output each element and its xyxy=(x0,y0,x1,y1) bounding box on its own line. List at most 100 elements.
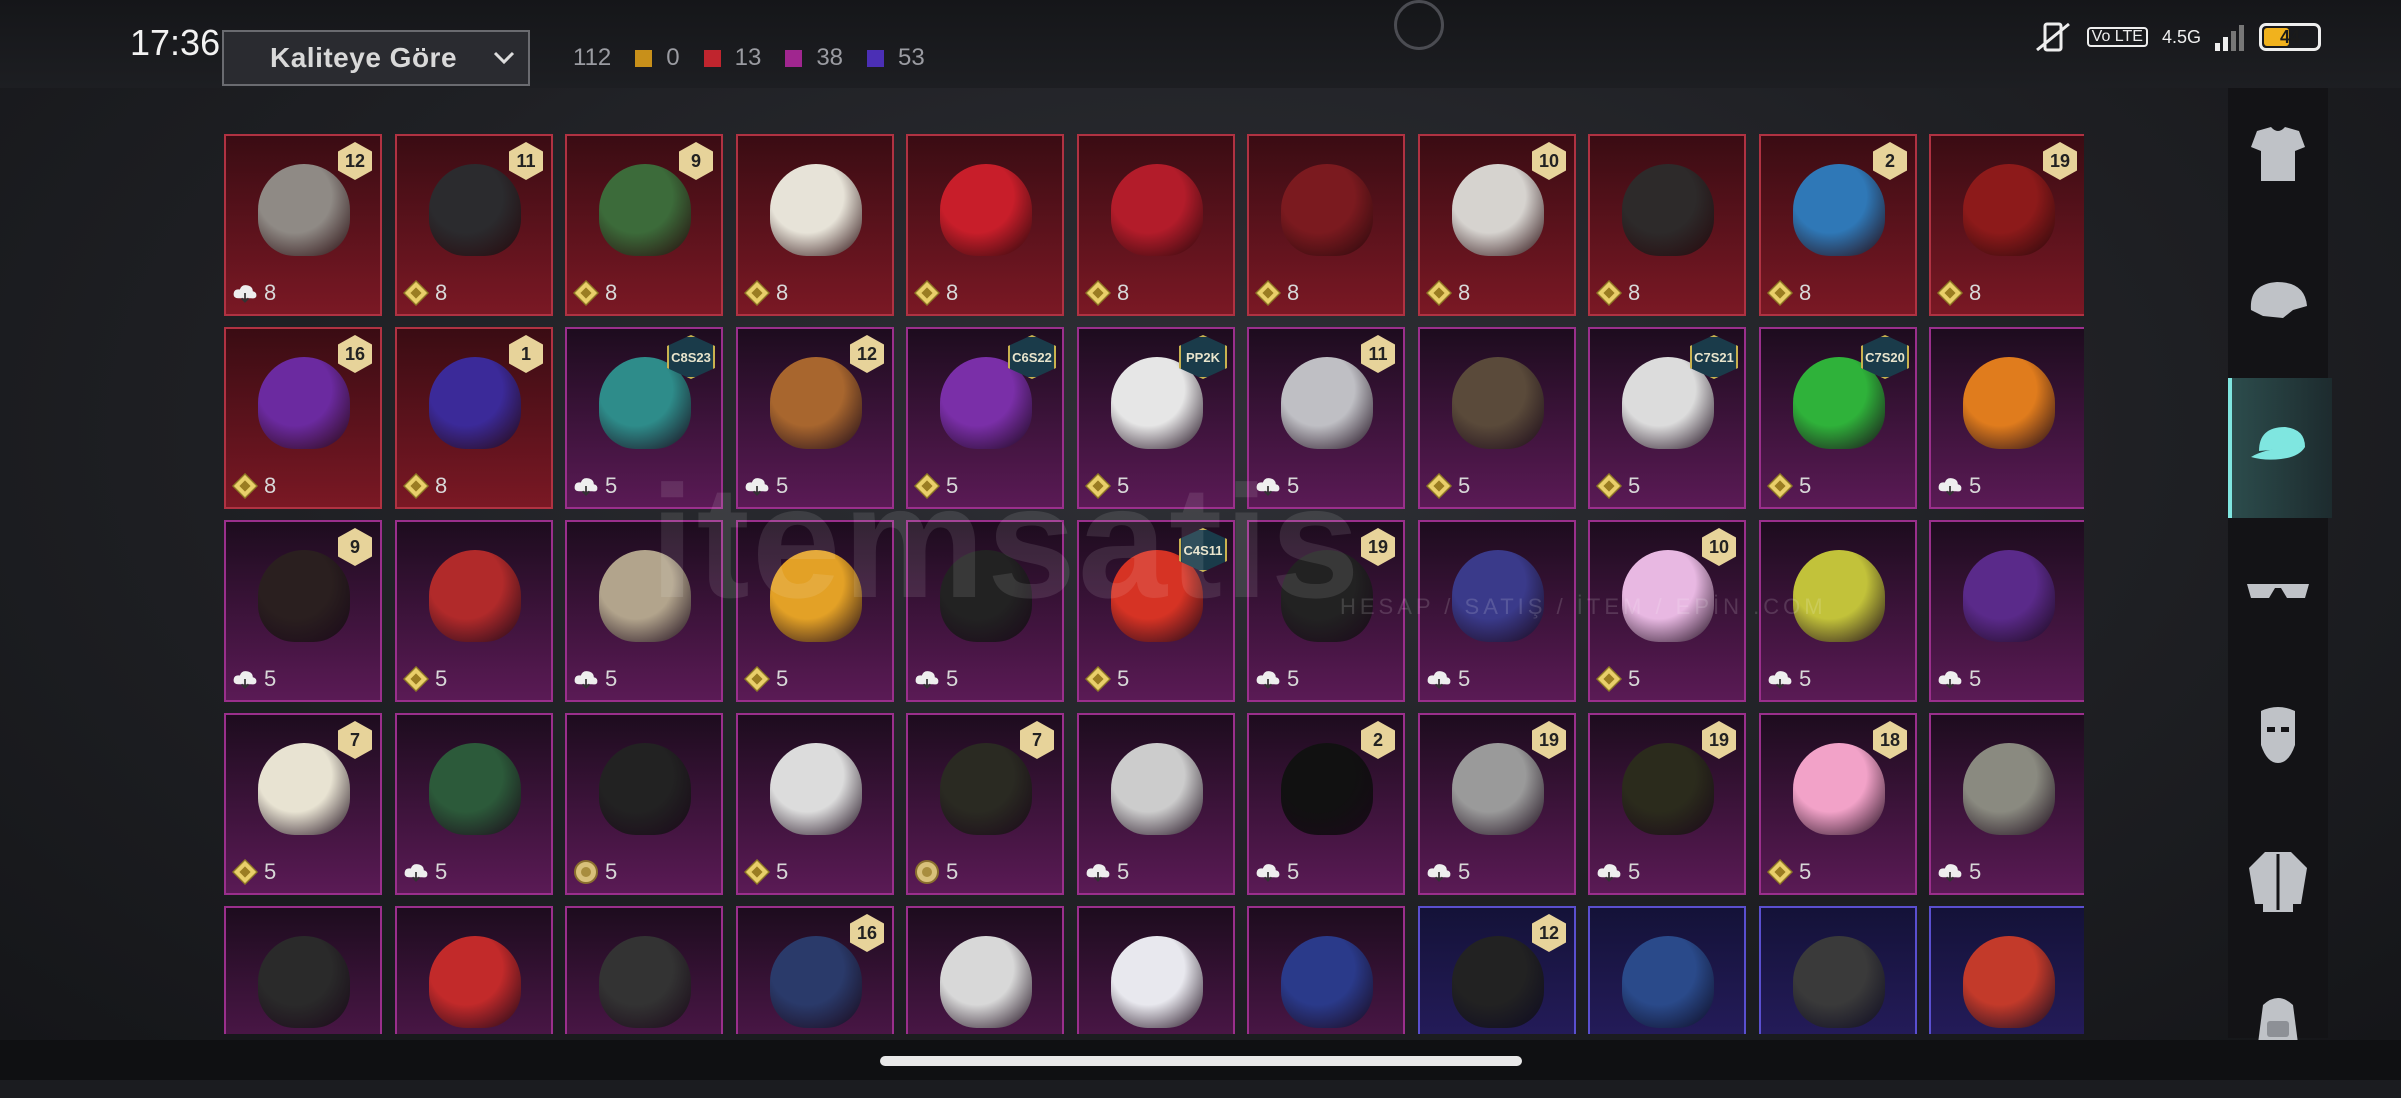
item-tile[interactable]: 95 xyxy=(224,520,382,702)
cost-value: 5 xyxy=(946,859,959,884)
category-tab-glasses[interactable] xyxy=(2228,523,2328,663)
battery-icon: 44 xyxy=(2259,23,2321,51)
item-image xyxy=(429,164,521,256)
item-tile[interactable]: 5 xyxy=(395,713,553,895)
item-tile[interactable]: 5 xyxy=(736,713,894,895)
level-badge: 19 xyxy=(1361,528,1395,566)
diamond-icon xyxy=(232,858,258,886)
item-cost: 8 xyxy=(914,279,958,307)
item-tile[interactable]: 18 xyxy=(395,327,553,509)
cloud-icon xyxy=(1255,666,1281,692)
item-tile[interactable]: 16 xyxy=(736,906,894,1034)
item-tile[interactable]: 11 8 xyxy=(395,134,553,316)
item-tile[interactable]: 5 xyxy=(1418,327,1576,509)
item-tile[interactable]: 18 5 xyxy=(1759,713,1917,895)
item-tile[interactable]: 8 xyxy=(736,134,894,316)
category-tab-jacket[interactable] xyxy=(2228,813,2328,953)
cost-value: 5 xyxy=(264,859,277,884)
item-cost: 8 xyxy=(232,472,276,500)
mask-icon xyxy=(2243,701,2313,776)
vibrate-off-icon xyxy=(2035,22,2070,52)
item-cost: 8 xyxy=(1255,279,1299,307)
item-tile[interactable]: 16 8 xyxy=(224,327,382,509)
count-red: 13 xyxy=(734,44,762,71)
category-tab-mask[interactable] xyxy=(2228,668,2328,808)
item-cost: 8 xyxy=(1767,279,1811,307)
item-tile[interactable] xyxy=(1759,906,1917,1034)
item-image xyxy=(1281,936,1373,1028)
cost-value: 8 xyxy=(1628,280,1641,305)
item-tile[interactable]: 12 8 xyxy=(224,134,382,316)
cost-value: 8 xyxy=(776,280,789,305)
item-tile[interactable]: 5 xyxy=(565,713,723,895)
home-indicator[interactable] xyxy=(880,1056,1522,1066)
item-tile[interactable]: 12 xyxy=(1418,906,1576,1034)
sort-dropdown[interactable]: Kaliteye Göre xyxy=(222,30,530,86)
item-image xyxy=(1793,936,1885,1028)
cloud-icon xyxy=(403,859,429,885)
item-tile[interactable]: C7S20 5 xyxy=(1759,327,1917,509)
item-image xyxy=(258,743,350,835)
item-tile[interactable] xyxy=(906,906,1064,1034)
category-tab-helmet[interactable] xyxy=(2228,233,2328,373)
cost-value: 5 xyxy=(1287,859,1300,884)
item-tile[interactable] xyxy=(1929,906,2084,1034)
item-tile[interactable]: 8 xyxy=(1077,134,1235,316)
level-badge: 16 xyxy=(338,335,372,373)
diamond-icon xyxy=(1596,279,1622,307)
item-tile[interactable]: 25 xyxy=(1247,713,1405,895)
item-tile[interactable]: 5 xyxy=(1929,520,2084,702)
level-badge: 12 xyxy=(1532,914,1566,952)
diamond-icon xyxy=(1255,279,1281,307)
item-tile[interactable]: 28 xyxy=(1759,134,1917,316)
category-tab-outfit[interactable] xyxy=(2228,88,2328,228)
item-tile[interactable]: 19 5 xyxy=(1418,713,1576,895)
item-cost: 5 xyxy=(744,665,788,693)
watermark: itemsatis xyxy=(650,452,1362,631)
item-tile[interactable]: 5 xyxy=(1929,713,2084,895)
item-cost: 8 xyxy=(1596,279,1641,307)
item-tile[interactable]: 5 xyxy=(1077,713,1235,895)
category-tab-cap[interactable] xyxy=(2228,378,2332,518)
diamond-icon xyxy=(744,279,770,307)
item-tile[interactable] xyxy=(565,906,723,1034)
item-image xyxy=(1452,357,1544,449)
item-tile[interactable] xyxy=(1588,906,1746,1034)
item-tile[interactable] xyxy=(1077,906,1235,1034)
item-tile[interactable]: 8 xyxy=(1247,134,1405,316)
item-tile[interactable]: 75 xyxy=(906,713,1064,895)
item-tile[interactable]: 98 xyxy=(565,134,723,316)
item-tile[interactable] xyxy=(1247,906,1405,1034)
item-tile[interactable]: C7S21 5 xyxy=(1588,327,1746,509)
battery-level: 44 xyxy=(2279,27,2301,47)
chevron-down-icon xyxy=(493,51,515,65)
item-cost: 5 xyxy=(1937,859,1981,885)
item-cost: 8 xyxy=(403,279,447,307)
item-tile[interactable]: 10 8 xyxy=(1418,134,1576,316)
item-image xyxy=(1963,357,2055,449)
item-image xyxy=(1963,743,2055,835)
item-image xyxy=(1793,164,1885,256)
item-cost: 8 xyxy=(1937,279,1981,307)
glasses-icon xyxy=(2243,556,2313,631)
item-tile[interactable]: 75 xyxy=(224,713,382,895)
item-image xyxy=(258,550,350,642)
item-tile[interactable] xyxy=(395,906,553,1034)
status-time: 17:36 xyxy=(130,22,221,63)
item-tile[interactable]: 5 xyxy=(395,520,553,702)
item-tile[interactable]: 8 xyxy=(1588,134,1746,316)
item-tile[interactable]: 19 5 xyxy=(1588,713,1746,895)
top-bar: 17:36 Kaliteye Göre 112 0 13 38 53 Vo LT… xyxy=(0,0,2401,88)
item-cost: 5 xyxy=(403,859,447,885)
item-tile[interactable]: 5 xyxy=(1929,327,2084,509)
item-tile[interactable]: 19 8 xyxy=(1929,134,2084,316)
category-rail xyxy=(2228,88,2332,1056)
item-tile[interactable]: 8 xyxy=(906,134,1064,316)
item-image xyxy=(1793,743,1885,835)
item-image xyxy=(940,164,1032,256)
diamond-icon xyxy=(403,665,429,693)
level-badge: 19 xyxy=(1702,721,1736,759)
cost-value: 5 xyxy=(605,859,618,884)
cloud-icon xyxy=(914,666,940,692)
item-tile[interactable] xyxy=(224,906,382,1034)
